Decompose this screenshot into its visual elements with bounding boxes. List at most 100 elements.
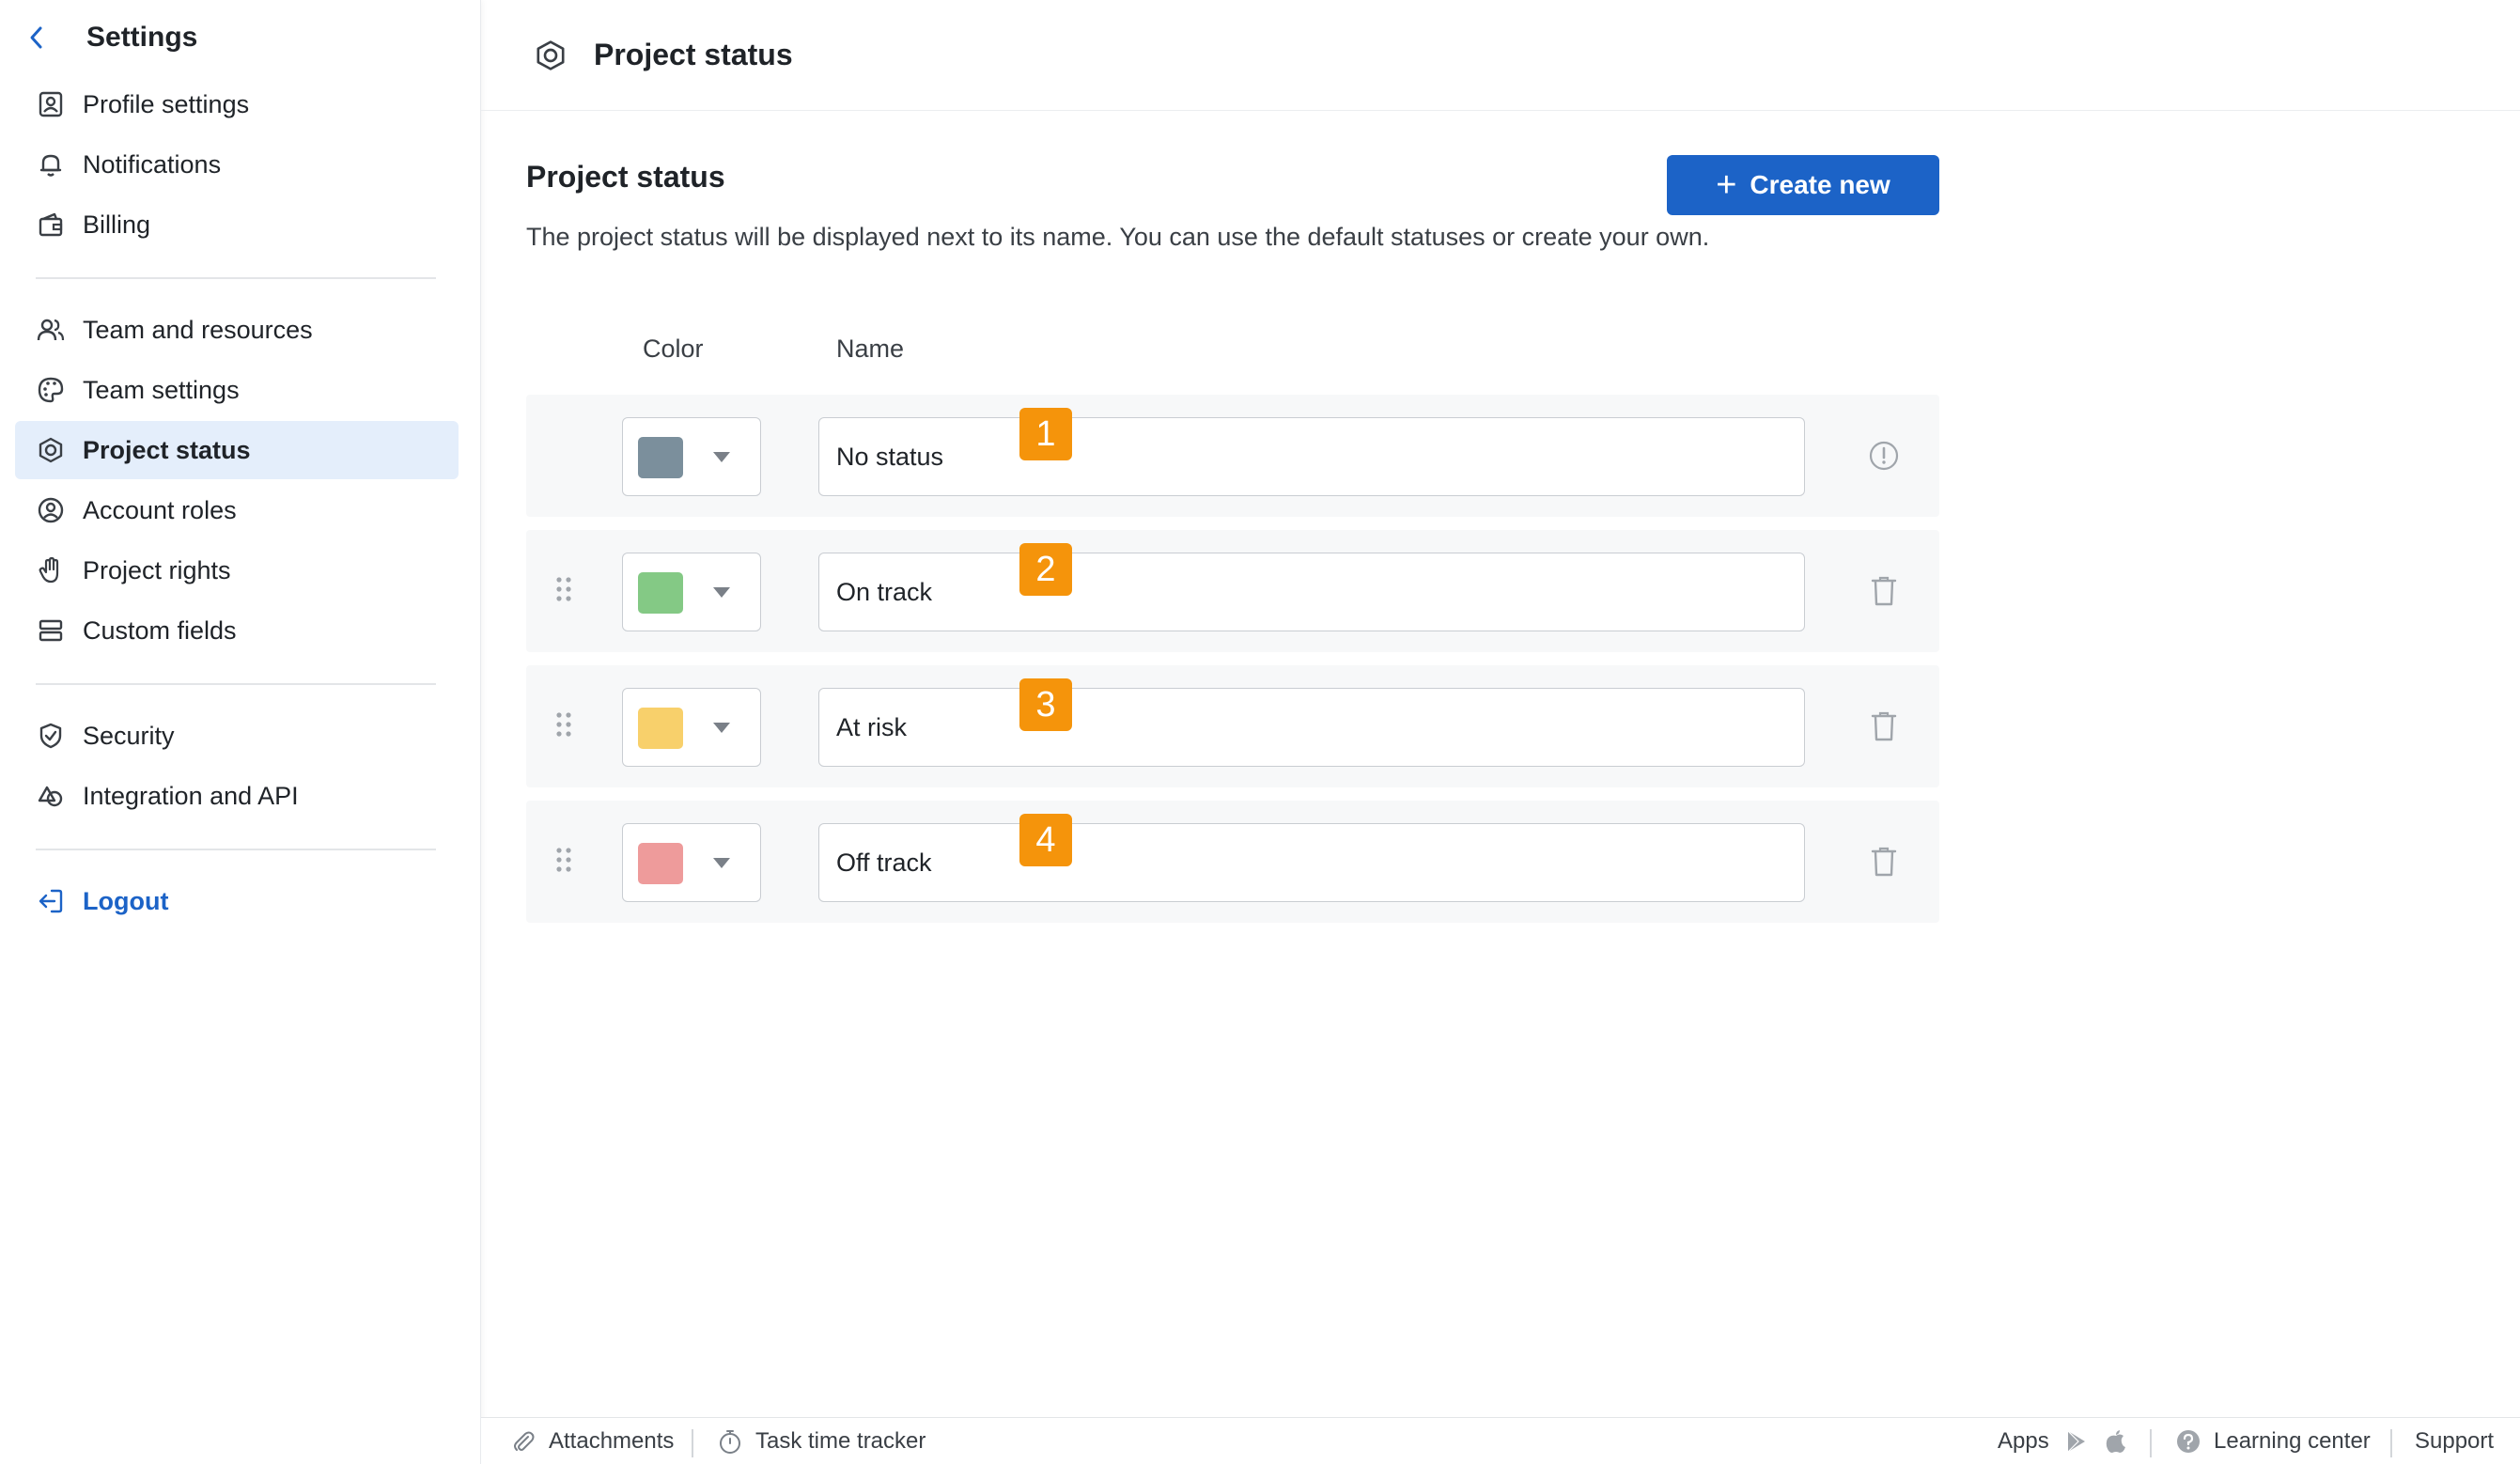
shield-icon	[36, 721, 66, 751]
caret-down-icon	[713, 587, 730, 598]
footer-separator	[2390, 1429, 2392, 1457]
status-row: 1	[526, 395, 1939, 517]
sidebar-item-label: Team settings	[83, 375, 240, 404]
caret-down-icon	[713, 723, 730, 733]
sidebar-divider	[36, 849, 436, 850]
paperclip-icon	[509, 1427, 537, 1456]
color-swatch	[638, 437, 683, 478]
sidebar-title: Settings	[86, 22, 198, 53]
sidebar-item-label: Billing	[83, 210, 151, 239]
section-description: The project status will be displayed nex…	[526, 223, 1710, 251]
delete-button[interactable]	[1865, 708, 1903, 745]
status-name-input[interactable]	[818, 553, 1805, 631]
chevron-left-icon	[30, 26, 42, 49]
apple-icon	[2102, 1427, 2130, 1456]
annotation-badge: 2	[1019, 543, 1072, 596]
hand-icon	[36, 555, 66, 585]
sidebar-item-custom-fields[interactable]: Custom fields	[15, 601, 459, 660]
color-picker-dropdown[interactable]	[622, 688, 761, 767]
sidebar-item-project-rights[interactable]: Project rights	[15, 541, 459, 600]
color-picker-dropdown[interactable]	[622, 417, 761, 496]
color-picker-dropdown[interactable]	[622, 553, 761, 631]
status-row: 4	[526, 801, 1939, 923]
trash-icon	[1871, 576, 1897, 606]
status-name-input[interactable]	[818, 417, 1805, 496]
info-icon	[1869, 441, 1899, 471]
back-button[interactable]	[24, 25, 49, 50]
sidebar-divider	[36, 683, 436, 685]
drag-handle[interactable]	[554, 572, 573, 606]
column-header-name: Name	[836, 335, 905, 363]
drag-handle[interactable]	[554, 708, 573, 741]
help-circle-icon	[2174, 1427, 2202, 1456]
info-button[interactable]	[1865, 437, 1903, 475]
trash-icon	[1871, 847, 1897, 877]
status-row: 2	[526, 530, 1939, 652]
stopwatch-icon	[716, 1427, 744, 1456]
sidebar-item-billing[interactable]: Billing	[15, 195, 459, 254]
users-icon	[36, 315, 66, 345]
sidebar-item-label: Security	[83, 721, 175, 750]
sidebar-item-integration-and-api[interactable]: Integration and API	[15, 767, 459, 825]
color-swatch	[638, 708, 683, 749]
footer-task-time-tracker[interactable]: Task time tracker	[716, 1418, 926, 1464]
sidebar-item-label: Project status	[83, 435, 251, 464]
create-new-label: Create new	[1750, 170, 1890, 199]
sidebar-item-account-roles[interactable]: Account roles	[15, 481, 459, 539]
sidebar-item-label: Custom fields	[83, 615, 237, 645]
footer-bar: Attachments Task time tracker Apps Learn…	[481, 1417, 2520, 1464]
status-icon	[532, 37, 569, 74]
caret-down-icon	[713, 858, 730, 868]
footer-task-time-tracker-label: Task time tracker	[755, 1428, 926, 1454]
page-title: Project status	[594, 38, 793, 71]
delete-button[interactable]	[1865, 843, 1903, 880]
page-header: Project status	[481, 0, 2520, 111]
create-new-button[interactable]: + Create new	[1667, 155, 1939, 215]
caret-down-icon	[713, 452, 730, 462]
sidebar-item-label: Integration and API	[83, 781, 299, 810]
sidebar-item-security[interactable]: Security	[15, 707, 459, 765]
wallet-icon	[36, 210, 66, 240]
integration-icon	[36, 781, 66, 811]
footer-learning-center-label: Learning center	[2214, 1428, 2371, 1454]
color-picker-dropdown[interactable]	[622, 823, 761, 902]
sidebar-item-team-settings[interactable]: Team settings	[15, 361, 459, 419]
delete-button[interactable]	[1865, 572, 1903, 610]
plus-icon: +	[1716, 165, 1737, 205]
fields-icon	[36, 615, 66, 646]
annotation-badge: 3	[1019, 678, 1072, 731]
bell-icon	[36, 149, 66, 179]
trash-icon	[1871, 711, 1897, 741]
sidebar-header: Settings	[24, 17, 197, 58]
annotation-badge: 4	[1019, 814, 1072, 866]
sidebar-item-team-and-resources[interactable]: Team and resources	[15, 301, 459, 359]
status-name-input[interactable]	[818, 823, 1805, 902]
logout-button[interactable]: Logout	[15, 872, 459, 930]
palette-icon	[36, 375, 66, 405]
sidebar-item-label: Profile settings	[83, 89, 250, 118]
sidebar-item-label: Project rights	[83, 555, 231, 584]
settings-sidebar: Settings Profile settings Notifications …	[0, 0, 481, 1464]
color-swatch	[638, 572, 683, 614]
sidebar-divider	[36, 277, 436, 279]
sidebar-item-profile-settings[interactable]: Profile settings	[15, 75, 459, 133]
footer-attachments[interactable]: Attachments	[509, 1418, 674, 1464]
sidebar-item-label: Team and resources	[83, 315, 313, 344]
user-circle-icon	[36, 495, 66, 525]
sidebar-item-notifications[interactable]: Notifications	[15, 135, 459, 194]
status-row: 3	[526, 665, 1939, 787]
annotation-badge: 1	[1019, 408, 1072, 460]
column-header-color: Color	[643, 335, 704, 363]
drag-handle[interactable]	[554, 843, 573, 877]
sidebar-item-label: Account roles	[83, 495, 237, 524]
footer-apps-label: Apps	[1998, 1428, 2049, 1454]
footer-support-label: Support	[2415, 1428, 2495, 1454]
footer-apps[interactable]: Apps	[1998, 1418, 2141, 1464]
footer-attachments-label: Attachments	[549, 1428, 675, 1454]
logout-icon	[36, 886, 66, 916]
google-play-icon	[2062, 1427, 2091, 1456]
footer-learning-center[interactable]: Learning center	[2174, 1418, 2371, 1464]
status-name-input[interactable]	[818, 688, 1805, 767]
sidebar-item-project-status[interactable]: Project status	[15, 421, 459, 479]
footer-support[interactable]: Support	[2415, 1418, 2494, 1464]
